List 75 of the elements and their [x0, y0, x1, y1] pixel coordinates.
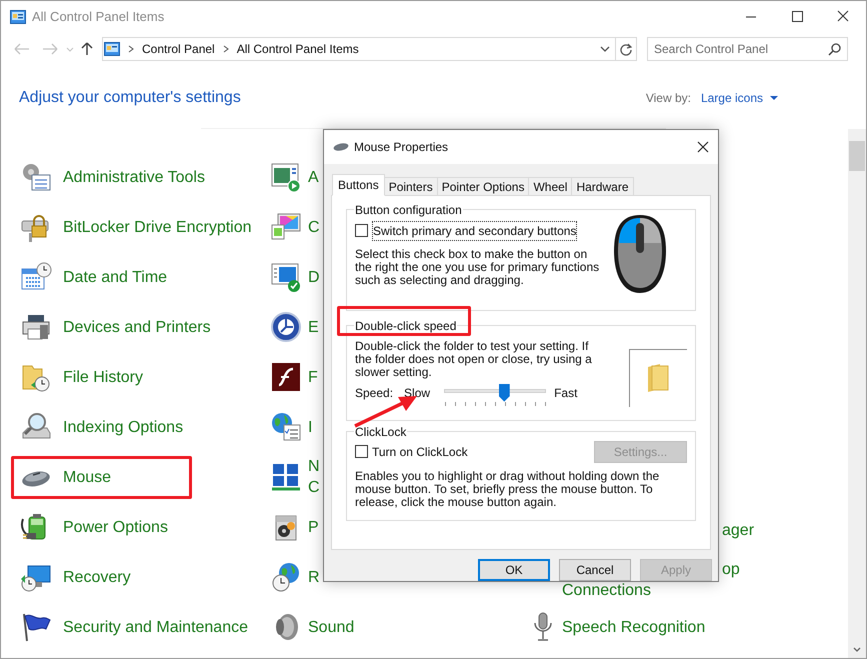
item-link[interactable]: BitLocker Drive Encryption — [63, 216, 252, 238]
dialog-button[interactable]: Cancel — [559, 559, 631, 582]
description-text: Select this check box to make the button on the right the one you use for primary functions such as selecting and dragging. — [355, 248, 600, 287]
window-title: All Control Panel Items — [32, 8, 164, 26]
item-link[interactable]: Security and Maintenance — [63, 616, 248, 638]
speed-label: Speed: — [355, 384, 394, 402]
checkbox[interactable] — [355, 224, 368, 238]
view-dropdown[interactable]: Large icons — [700, 89, 780, 107]
item-link[interactable]: D — [308, 266, 320, 288]
checkbox-label[interactable]: Turn on ClickLock — [372, 442, 468, 461]
control-panel-icon — [10, 10, 26, 24]
item-link[interactable]: F — [308, 366, 318, 388]
scrollbar[interactable] — [848, 129, 866, 658]
up-arrow-icon[interactable] — [79, 41, 95, 57]
dialog-title: Mouse Properties — [354, 138, 448, 156]
flag-icon[interactable] — [20, 611, 52, 643]
breadcrumb-link[interactable]: All Control Panel Items — [236, 40, 359, 58]
address-bar[interactable]: Control Panel All Control Panel Items — [102, 37, 637, 61]
folder-icon — [646, 363, 672, 394]
item-link[interactable]: Date and Time — [63, 266, 168, 288]
item-link[interactable]: File History — [63, 366, 144, 388]
close-icon[interactable] — [697, 140, 709, 153]
scrollbar-thumb[interactable] — [849, 141, 865, 171]
item-link[interactable]: P — [308, 516, 319, 538]
slider-thumb[interactable] — [498, 384, 510, 402]
page-heading: Adjust your computer's settings — [19, 88, 241, 108]
item-link[interactable]: Mouse — [63, 466, 112, 488]
view-by-label: View by: — [646, 90, 691, 107]
dial-icon[interactable] — [270, 311, 302, 343]
tab[interactable]: Buttons — [332, 174, 385, 196]
tab[interactable]: Hardware — [571, 176, 634, 196]
group-label: Button configuration — [354, 202, 463, 219]
item-link[interactable]: Power Options — [63, 516, 168, 538]
item-link[interactable]: Devices and Printers — [63, 316, 211, 338]
dialog-button[interactable]: OK — [478, 559, 550, 582]
item-link[interactable]: Administrative Tools — [63, 166, 205, 188]
slow-label: Slow — [404, 384, 430, 402]
search-icon[interactable] — [828, 42, 842, 56]
mouse-icon — [333, 142, 349, 152]
item-link[interactable]: Recovery — [63, 566, 131, 588]
swoosh-icon[interactable] — [270, 361, 302, 393]
description-text: Enables you to highlight or drag without holding down the mouse button. To set, briefly press the mouse button. To release, click the mouse button again. — [355, 470, 660, 509]
item-link[interactable]: Connections — [562, 580, 740, 601]
search-field[interactable]: Search Control Panel — [647, 37, 848, 61]
item-link[interactable]: C — [308, 477, 320, 498]
globe-clock-icon[interactable] — [270, 561, 302, 593]
item-link[interactable]: E — [308, 316, 319, 338]
gears-checklist-icon[interactable] — [20, 161, 52, 193]
tab[interactable]: Pointer Options — [436, 176, 530, 196]
item-link[interactable]: ager — [722, 520, 754, 540]
item-link[interactable]: Sound — [308, 616, 354, 638]
item-link[interactable]: C — [308, 216, 320, 238]
checkbox-label[interactable]: Switch primary and secondary buttons — [372, 220, 578, 241]
control-panel-icon — [104, 42, 120, 56]
refresh-icon[interactable] — [619, 42, 633, 56]
item-link[interactable]: Indexing Options — [63, 416, 184, 438]
item-link[interactable]: I — [308, 416, 312, 438]
item-link[interactable]: R — [308, 566, 320, 588]
item-link[interactable]: Speech Recognition — [562, 616, 706, 638]
description-text: Double-click the folder to test your setting. If the folder does not open or close, try using a slower setting. — [355, 340, 593, 379]
item-link[interactable]: op — [722, 559, 740, 580]
fast-label: Fast — [554, 384, 578, 402]
window-play-icon[interactable] — [270, 161, 302, 193]
checkbox[interactable] — [355, 445, 368, 458]
window-check-icon[interactable] — [270, 261, 302, 293]
chevron-down-icon[interactable] — [599, 44, 611, 54]
breadcrumb-link[interactable]: Control Panel — [142, 40, 215, 58]
network-icon[interactable] — [270, 461, 302, 493]
item-link[interactable]: A — [308, 166, 319, 188]
globe-checklist-icon[interactable] — [270, 411, 302, 443]
item-link[interactable]: N — [308, 456, 320, 477]
chevron-down-icon[interactable] — [852, 646, 862, 654]
group-label: Double-click speed — [354, 318, 458, 335]
group-label: ClickLock — [354, 424, 408, 441]
caret-down-icon — [768, 94, 780, 102]
